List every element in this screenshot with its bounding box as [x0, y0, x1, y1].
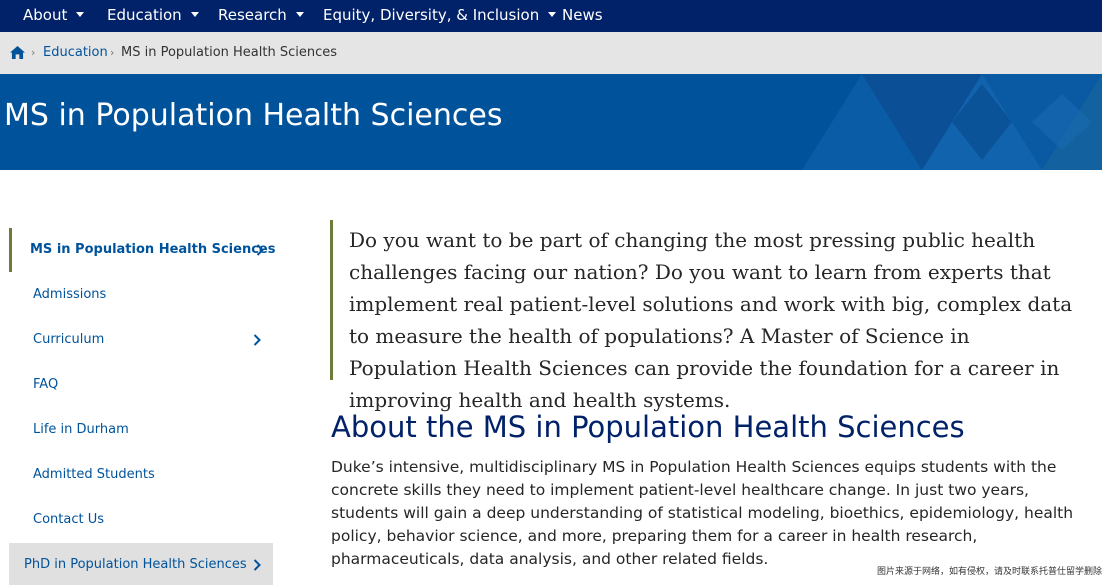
sidebar-item-label: FAQ: [33, 377, 59, 392]
sidebar-item-label: PhD in Population Health Sciences: [24, 557, 247, 572]
breadcrumb: › Education › MS in Population Health Sc…: [0, 32, 1102, 74]
nav-item-label: Education: [107, 6, 182, 24]
page-title: MS in Population Health Sciences: [4, 98, 503, 133]
sidebar-item-label: Admissions: [33, 287, 107, 302]
nav-item-label: About: [23, 6, 68, 24]
sidebar-item-admissions[interactable]: Admissions: [9, 273, 273, 317]
page-hero-banner: MS in Population Health Sciences: [0, 74, 1102, 170]
sidebar-item-life-in-durham[interactable]: Life in Durham: [9, 408, 273, 452]
sidebar-item-label: Contact Us: [33, 512, 104, 527]
nav-item-news[interactable]: News: [562, 0, 603, 32]
sidebar-item-label: MS in Population Health Sciences: [30, 242, 276, 257]
intro-blockquote: Do you want to be part of changing the m…: [330, 220, 1078, 412]
breadcrumb-link-education[interactable]: Education: [43, 32, 108, 74]
chevron-right-icon[interactable]: [253, 334, 261, 346]
sidebar-item-phd-population-health[interactable]: PhD in Population Health Sciences: [9, 543, 273, 585]
decorative-pattern: [802, 74, 1102, 170]
sidebar-item-faq[interactable]: FAQ: [9, 363, 273, 407]
watermark-text: 图片来源于网络，如有侵权，请及时联系托普仕留学删除: [876, 567, 1102, 577]
nav-item-about[interactable]: About: [23, 0, 85, 32]
sidebar-item-label: Admitted Students: [33, 467, 155, 482]
nav-item-equity-diversity-inclusion[interactable]: Equity, Diversity, & Inclusion: [323, 0, 557, 32]
sidebar-item-ms-population-health[interactable]: MS in Population Health Sciences: [9, 228, 276, 272]
nav-item-label: Equity, Diversity, & Inclusion: [323, 6, 540, 24]
sidebar-item-curriculum[interactable]: Curriculum: [9, 318, 273, 362]
caret-down-icon: [295, 12, 304, 17]
nav-item-label: News: [562, 6, 603, 24]
breadcrumb-separator-icon: ›: [110, 46, 115, 59]
caret-down-icon: [548, 12, 557, 17]
nav-item-research[interactable]: Research: [218, 0, 304, 32]
caret-down-icon: [190, 12, 199, 17]
sidebar-item-label: Life in Durham: [33, 422, 129, 437]
chevron-right-icon[interactable]: [253, 559, 261, 571]
chevron-right-icon[interactable]: [256, 244, 264, 256]
top-navigation: About Education Research Equity, Diversi…: [0, 0, 1102, 32]
caret-down-icon: [76, 12, 85, 17]
home-icon[interactable]: [10, 46, 25, 59]
sidebar-item-label: Curriculum: [33, 332, 105, 347]
nav-item-label: Research: [218, 6, 287, 24]
about-heading: About the MS in Population Health Scienc…: [331, 410, 965, 444]
about-body-text: Duke’s intensive, multidisciplinary MS i…: [331, 458, 1074, 568]
intro-text: Do you want to be part of changing the m…: [349, 228, 1073, 412]
sidebar-item-admitted-students[interactable]: Admitted Students: [9, 453, 273, 497]
nav-item-education[interactable]: Education: [107, 0, 199, 32]
breadcrumb-separator-icon: ›: [31, 46, 36, 59]
breadcrumb-current: MS in Population Health Sciences: [121, 45, 338, 60]
sidebar-item-contact-us[interactable]: Contact Us: [9, 498, 273, 542]
